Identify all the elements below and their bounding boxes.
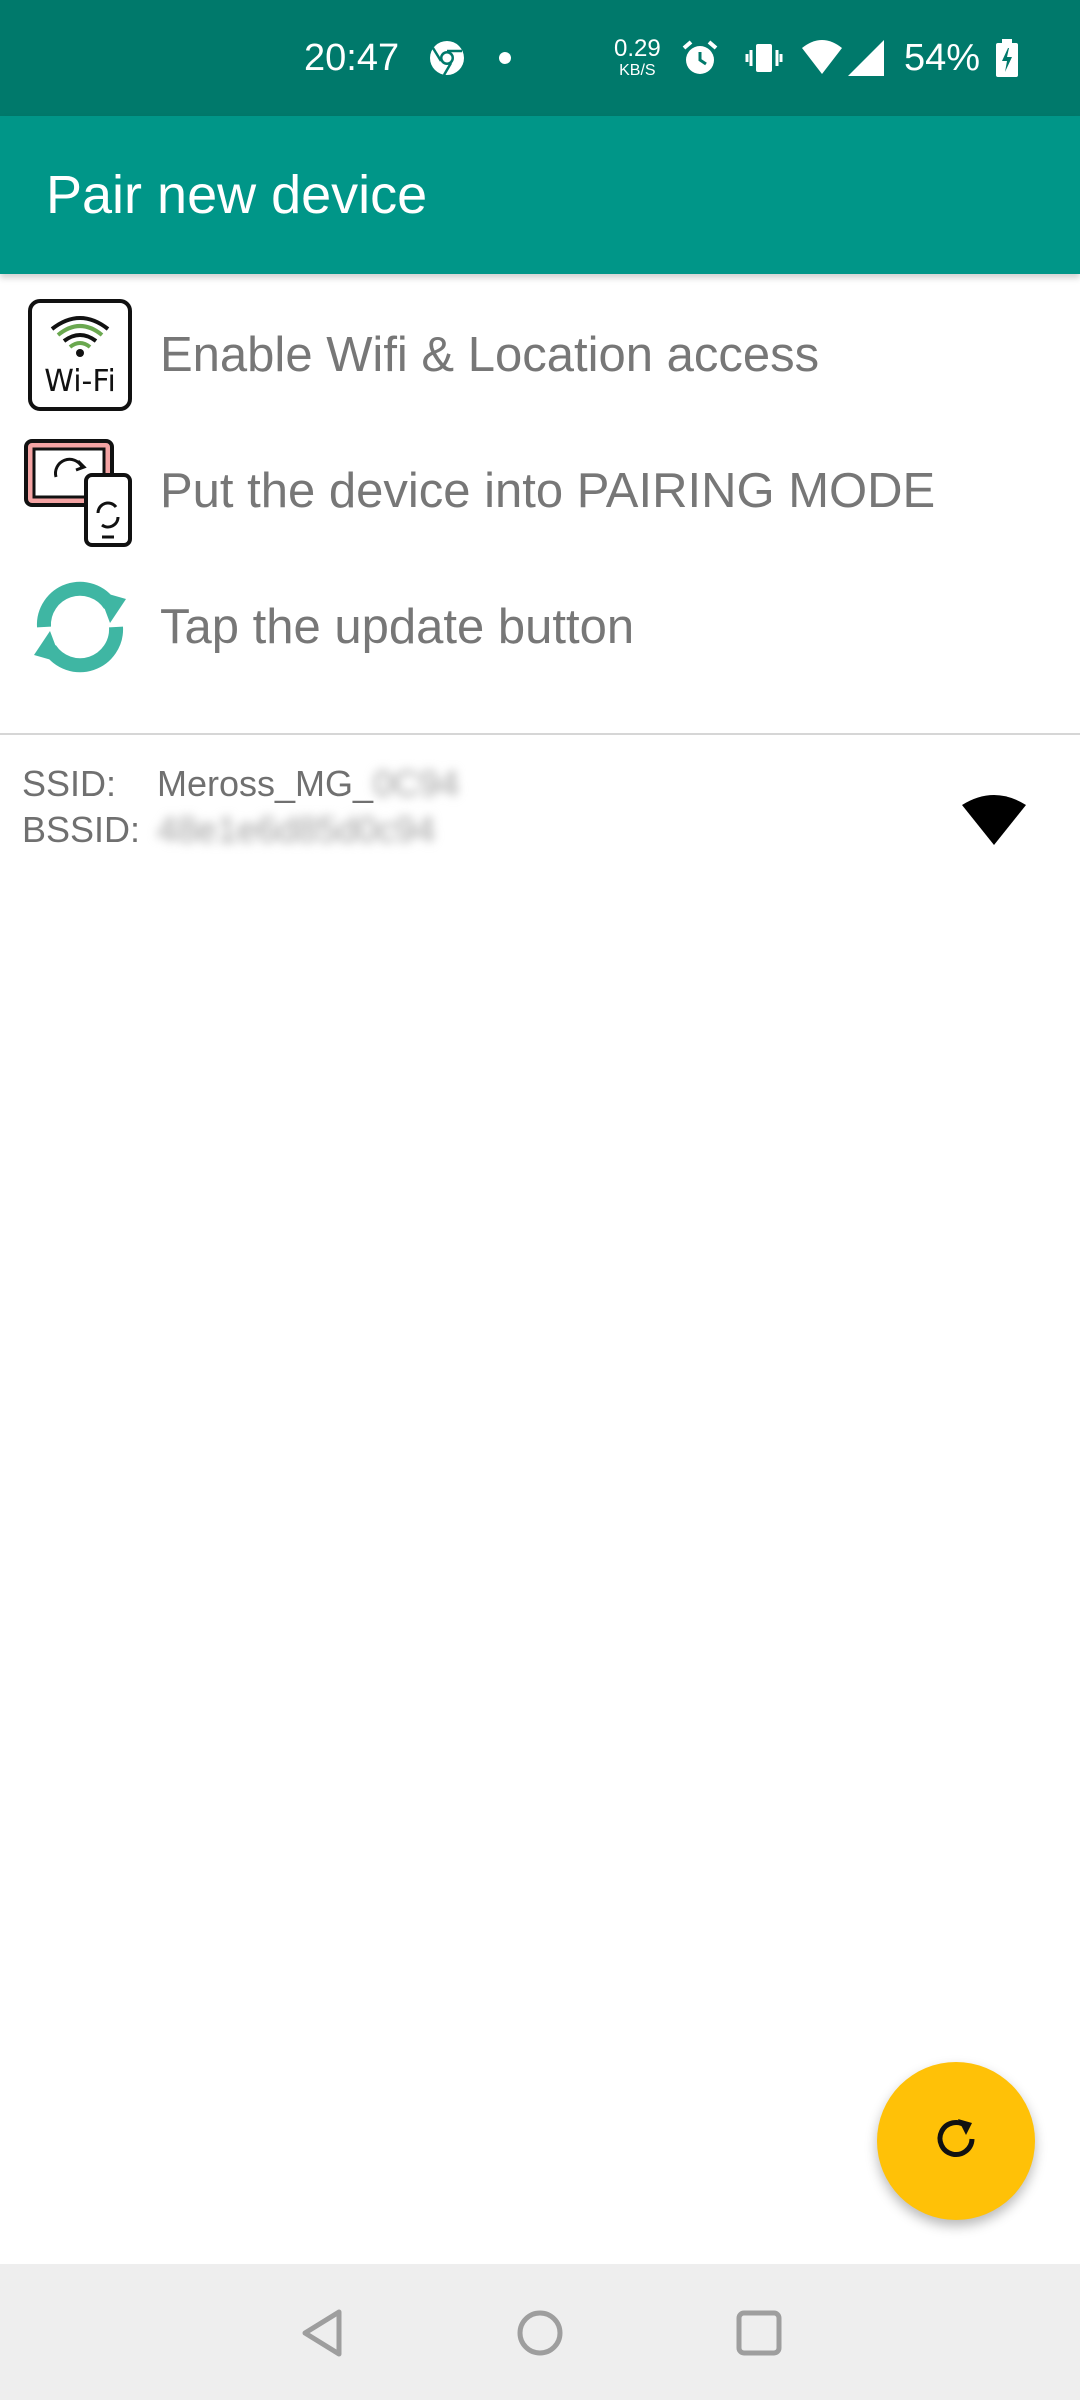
- wifi-signal-icon: [960, 793, 1028, 850]
- system-nav-bar: [0, 2264, 1080, 2400]
- back-icon[interactable]: [287, 2298, 357, 2368]
- bssid-label: BSSID:: [22, 809, 141, 850]
- refresh-icon: [928, 2111, 984, 2172]
- ssid-value: Meross_MG_0C94: [157, 763, 459, 805]
- vibrate-icon: [744, 0, 784, 116]
- ssid-label: SSID:: [22, 763, 117, 804]
- ssid-value-blurred: 0C94: [373, 763, 460, 804]
- alarm-icon: [680, 0, 720, 116]
- step-enable-wifi: Wi-Fi Enable Wifi & Location access: [0, 290, 1080, 420]
- app-bar: Pair new device: [0, 116, 1080, 274]
- step-pairing-mode: Put the device into PAIRING MODE: [0, 426, 1080, 556]
- net-speed: 0.29 KB/S: [614, 0, 661, 116]
- step-tap-update: Tap the update button: [0, 562, 1080, 692]
- step-label: Put the device into PAIRING MODE: [160, 464, 936, 518]
- page-title: Pair new device: [46, 165, 428, 225]
- divider: [0, 733, 1080, 735]
- status-time: 20:47: [304, 36, 400, 79]
- net-speed-unit: KB/S: [619, 62, 656, 79]
- battery-percent: 54%: [904, 36, 981, 79]
- ssid-value-text: Meross_MG_: [157, 763, 374, 804]
- svg-text:Wi-Fi: Wi-Fi: [44, 364, 116, 399]
- status-bar: 20:47 0.29 KB/S 54%: [0, 0, 1080, 116]
- cell-signal-icon: [846, 0, 886, 116]
- bssid-value: 48e1e6d85d0c94: [157, 809, 436, 850]
- battery-charging-icon: [994, 0, 1020, 116]
- wifi-icon: [800, 0, 844, 116]
- chrome-icon: [428, 0, 466, 116]
- home-icon[interactable]: [505, 2298, 575, 2368]
- net-speed-value: 0.29: [614, 35, 661, 62]
- refresh-button[interactable]: [877, 2062, 1035, 2220]
- device-pairing-icon: [22, 433, 138, 549]
- network-list-item[interactable]: SSID: Meross_MG_0C94 BSSID: 48e1e6d85d0c…: [0, 755, 1080, 855]
- update-arrows-icon: [22, 569, 138, 685]
- wifi-sign-icon: Wi-Fi: [22, 297, 138, 413]
- recents-icon[interactable]: [724, 2298, 794, 2368]
- step-label: Tap the update button: [160, 600, 635, 654]
- notification-dot-icon: [498, 0, 512, 116]
- step-label: Enable Wifi & Location access: [160, 328, 820, 382]
